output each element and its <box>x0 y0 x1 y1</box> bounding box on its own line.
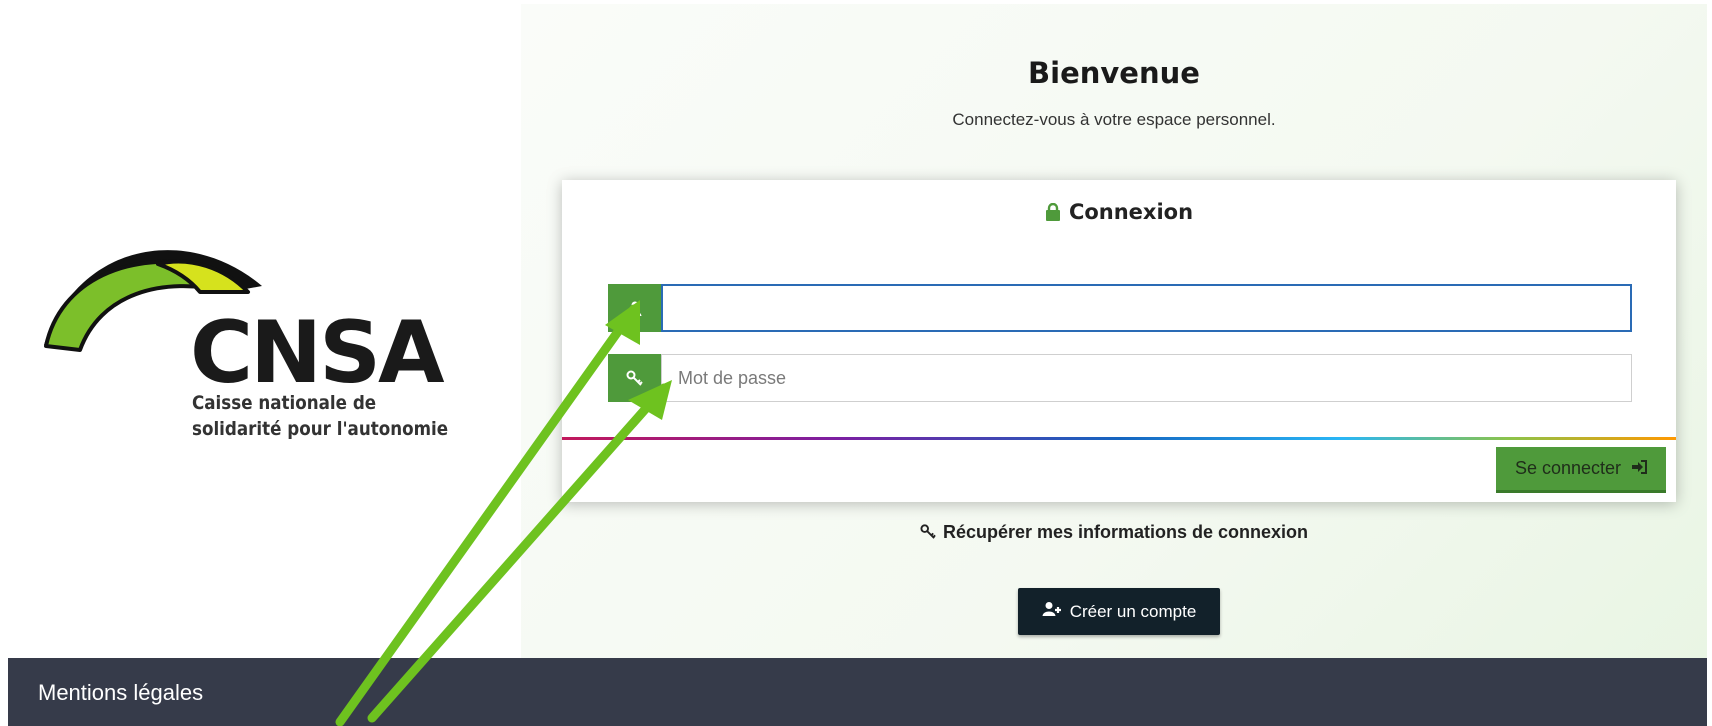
username-field-group <box>608 284 1632 332</box>
logo-wordmark: CNSA <box>190 303 445 403</box>
logo-subtitle-line2: solidarité pour l'autonomie <box>192 418 449 440</box>
welcome-title: Bienvenue <box>1028 56 1200 90</box>
login-button-label: Se connecter <box>1514 458 1622 478</box>
login-card-title: Connexion <box>562 200 1676 226</box>
create-account-label: Créer un compte <box>1069 601 1197 621</box>
cnsa-logo: CNSA Caisse nationale de solidarité pour… <box>40 250 470 450</box>
lock-icon <box>1045 202 1061 226</box>
username-input[interactable] <box>661 284 1632 332</box>
password-input[interactable] <box>661 354 1632 402</box>
welcome-subtitle: Connectez-vous à votre espace personnel. <box>952 110 1276 129</box>
recover-credentials-label: Récupérer mes informations de connexion <box>942 522 1309 542</box>
logo-subtitle: Caisse nationale de solidarité pour l'au… <box>192 390 448 442</box>
login-form: Connexion Se connecter <box>562 180 1676 502</box>
recover-credentials-link[interactable]: Récupérer mes informations de connexion <box>521 522 1707 545</box>
user-icon <box>608 284 661 332</box>
footer: Mentions légales <box>8 658 1707 726</box>
sign-in-icon <box>1631 458 1648 479</box>
password-field-group <box>608 354 1632 402</box>
logo-subtitle-line1: Caisse nationale de <box>192 392 377 414</box>
user-plus-icon <box>1042 601 1062 622</box>
login-page: CNSA Caisse nationale de solidarité pour… <box>0 0 1712 726</box>
key-icon <box>608 354 661 402</box>
login-card-title-text: Connexion <box>1068 200 1194 224</box>
create-account-button[interactable]: Créer un compte <box>1018 588 1220 635</box>
login-button[interactable]: Se connecter <box>1496 447 1666 493</box>
legal-notice-link[interactable]: Mentions légales <box>38 680 203 706</box>
rainbow-divider <box>562 437 1676 440</box>
key-icon <box>920 523 937 545</box>
